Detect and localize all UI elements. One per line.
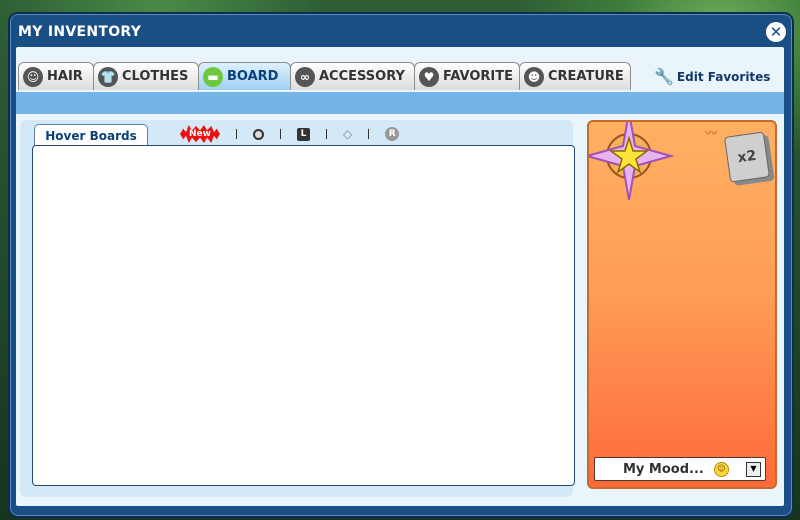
filter-ring[interactable] bbox=[253, 128, 264, 140]
tab-band bbox=[16, 92, 784, 114]
goggles-icon: ∞ bbox=[295, 66, 315, 87]
multiplier-card: x2 bbox=[723, 131, 771, 183]
board-icon: ▬ bbox=[203, 66, 223, 87]
mood-label: My Mood... bbox=[623, 461, 704, 477]
diamond-icon: ◇ bbox=[343, 127, 353, 141]
mood-dropdown[interactable]: My Mood... ☺ ▼ bbox=[594, 457, 766, 481]
close-icon: ✕ bbox=[769, 23, 783, 41]
items-panel: Hover Boards New L ◇ R bbox=[20, 120, 575, 497]
tab-label: HAIR bbox=[47, 69, 83, 84]
tab-creature[interactable]: ☻ CREATURE bbox=[519, 62, 631, 90]
filter-divider bbox=[368, 129, 370, 139]
filter-new[interactable]: New bbox=[180, 125, 220, 143]
multiplier-label: x2 bbox=[736, 147, 758, 167]
title-bar: MY INVENTORY ✕ bbox=[10, 14, 792, 48]
hover-boards-list[interactable] bbox=[32, 145, 575, 486]
edit-favorites-label: Edit Favorites bbox=[676, 69, 771, 84]
filter-l[interactable]: L bbox=[297, 127, 310, 141]
tab-clothes[interactable]: 👕 CLOTHES bbox=[93, 62, 199, 90]
filter-r[interactable]: R bbox=[385, 127, 400, 141]
wrench-icon: 🔧 bbox=[654, 67, 674, 86]
tab-label: CREATURE bbox=[548, 69, 624, 84]
resize-grip[interactable]: ⋯ bbox=[771, 495, 780, 504]
edit-favorites-link[interactable]: 🔧 Edit Favorites bbox=[654, 67, 770, 86]
star-badge-icon bbox=[589, 122, 675, 201]
smiley-icon: ☺ bbox=[713, 461, 729, 477]
tab-label: BOARD bbox=[227, 69, 279, 84]
tab-hover-boards[interactable]: Hover Boards bbox=[34, 124, 148, 147]
filter-divider bbox=[326, 129, 327, 139]
hair-icon: ☺ bbox=[23, 66, 43, 87]
inventory-content: ☺ HAIR 👕 CLOTHES ▬ BOARD ∞ ACCESSORY ♥ F… bbox=[16, 47, 784, 506]
item-filters: New L ◇ R bbox=[180, 124, 400, 144]
tab-hair[interactable]: ☺ HAIR bbox=[18, 62, 94, 90]
tab-board[interactable]: ▬ BOARD bbox=[198, 62, 291, 90]
category-tabs: ☺ HAIR 👕 CLOTHES ▬ BOARD ∞ ACCESSORY ♥ F… bbox=[18, 62, 631, 92]
heart-icon: ♥ bbox=[419, 66, 439, 87]
tab-favorite[interactable]: ♥ FAVORITE bbox=[414, 62, 520, 90]
filter-divider bbox=[236, 129, 237, 139]
inventory-window: MY INVENTORY ✕ ☺ HAIR 👕 CLOTHES ▬ BOARD … bbox=[8, 12, 794, 518]
r-icon: R bbox=[385, 127, 400, 141]
tab-label: CLOTHES bbox=[122, 69, 189, 84]
shirt-icon: 👕 bbox=[98, 66, 118, 87]
filter-divider bbox=[280, 129, 281, 139]
new-badge: New bbox=[180, 125, 220, 143]
swirl-decoration: 〰 bbox=[704, 126, 717, 140]
l-icon: L bbox=[297, 127, 310, 141]
window-title: MY INVENTORY bbox=[18, 24, 142, 40]
tab-accessory[interactable]: ∞ ACCESSORY bbox=[290, 62, 415, 90]
close-button[interactable]: ✕ bbox=[766, 22, 786, 42]
chevron-down-icon[interactable]: ▼ bbox=[746, 462, 761, 477]
tab-label: ACCESSORY bbox=[319, 69, 405, 84]
creature-icon: ☻ bbox=[524, 66, 544, 87]
ring-icon bbox=[253, 128, 264, 140]
tab-label: FAVORITE bbox=[442, 69, 513, 84]
profile-panel: 〰 x2 My Mood... ☺ ▼ bbox=[587, 120, 777, 489]
filter-gem[interactable]: ◇ bbox=[343, 127, 352, 141]
